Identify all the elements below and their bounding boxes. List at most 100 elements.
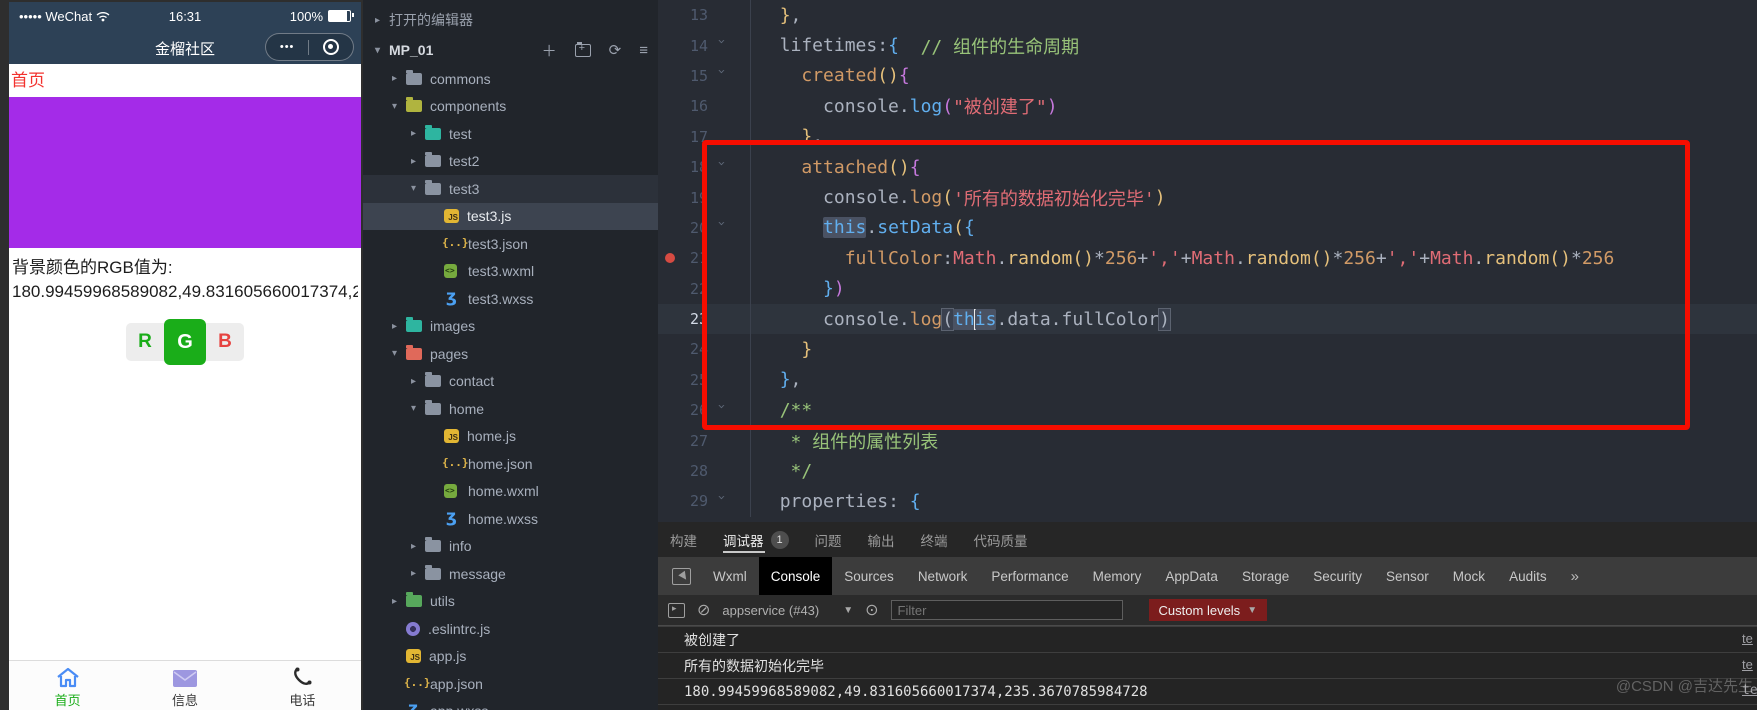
source-link[interactable]: te — [1742, 683, 1757, 698]
project-root-row[interactable]: MP_01 ＋ ⟳ ≡ — [363, 35, 658, 65]
gutter[interactable]: 28 — [658, 456, 750, 486]
devtools-tab-storage[interactable]: Storage — [1230, 557, 1301, 595]
devtools-tab-memory[interactable]: Memory — [1081, 557, 1154, 595]
code-line-18[interactable]: 18 › attached(){ — [658, 151, 1757, 183]
tabbar-item-phone[interactable]: 电话 — [244, 661, 361, 710]
tree-item-test3.wxml[interactable]: test3.wxml — [363, 258, 658, 286]
tree-item-test3.wxss[interactable]: test3.wxss — [363, 285, 658, 313]
gutter[interactable]: 20 › — [658, 213, 750, 243]
fold-chevron-icon[interactable]: › — [714, 38, 729, 54]
chevron-right-icon[interactable] — [392, 596, 406, 607]
gutter[interactable]: 14 › — [658, 30, 750, 60]
code-line-23[interactable]: 23 console. log(th is. data. fullColor) — [658, 303, 1757, 335]
fold-chevron-icon[interactable]: › — [714, 68, 729, 84]
refresh-icon[interactable]: ⟳ — [609, 41, 622, 59]
new-file-icon[interactable]: ＋ — [542, 40, 557, 61]
gutter[interactable]: 26 › — [658, 395, 750, 425]
source-link[interactable]: te — [1742, 657, 1757, 672]
chevron-down-icon[interactable] — [411, 183, 425, 194]
new-folder-icon[interactable] — [574, 41, 591, 57]
gutter[interactable]: 22 — [658, 274, 750, 304]
gutter[interactable]: 27 — [658, 425, 750, 455]
tree-item-test3.json[interactable]: test3.json — [363, 230, 658, 258]
chevron-right-icon[interactable] — [375, 15, 389, 26]
fold-chevron-icon[interactable]: › — [714, 493, 729, 509]
gutter[interactable]: 24 — [658, 334, 750, 364]
devtools-tab-sensor[interactable]: Sensor — [1374, 557, 1441, 595]
chevron-right-icon[interactable] — [411, 541, 425, 552]
console-sidebar-toggle-icon[interactable] — [668, 602, 685, 618]
code-text[interactable]: }, — [750, 364, 1757, 396]
code-line-29[interactable]: 29 › properties: { — [658, 486, 1757, 517]
tree-item-info[interactable]: info — [363, 533, 658, 561]
code-text[interactable]: console. log(th is. data. fullColor) — [750, 303, 1757, 335]
tree-item-test3[interactable]: test3 — [363, 175, 658, 203]
gutter[interactable]: 29 › — [658, 486, 750, 516]
chevron-right-icon[interactable] — [411, 376, 425, 387]
tabbar-item-home[interactable]: 首页 — [9, 661, 126, 710]
code-line-28[interactable]: 28 */ — [658, 455, 1757, 487]
exit-miniprogram-icon[interactable] — [323, 39, 340, 55]
fold-chevron-icon[interactable]: › — [714, 220, 729, 236]
devtools-tab-appdata[interactable]: AppData — [1153, 557, 1230, 595]
devtools-tab-wxml[interactable]: Wxml — [701, 557, 759, 595]
capsule-menu[interactable]: ••• — [265, 33, 354, 61]
gutter[interactable]: 18 › — [658, 152, 750, 182]
chevron-down-icon[interactable] — [411, 403, 425, 414]
code-text[interactable]: fullColor: Math. random() * 256 + ',' + Math. ran… — [750, 243, 1757, 274]
panel-tab-调试器[interactable]: 调试器 1 — [723, 522, 789, 557]
tree-item-app.wxss[interactable]: app.wxss — [363, 698, 658, 710]
tree-item-components[interactable]: components — [363, 93, 658, 121]
code-text[interactable]: */ — [750, 455, 1757, 487]
execution-context-select[interactable]: appservice (#43) ▼ — [722, 603, 853, 618]
code-text[interactable]: this. setData({ — [750, 212, 1757, 244]
tree-item-home[interactable]: home — [363, 395, 658, 423]
tree-item-test2[interactable]: test2 — [363, 148, 658, 176]
open-editors-section[interactable]: 打开的编辑器 — [363, 5, 658, 35]
devtools-tab-mock[interactable]: Mock — [1441, 557, 1497, 595]
chevron-right-icon[interactable] — [392, 321, 406, 332]
tree-item-pages[interactable]: pages — [363, 340, 658, 368]
code-line-22[interactable]: 22 }) — [658, 273, 1757, 304]
code-line-16[interactable]: 16 console. log("被创建了") — [658, 91, 1757, 122]
code-line-17[interactable]: 17 }, — [658, 121, 1757, 152]
tree-item-images[interactable]: images — [363, 313, 658, 341]
tab-overflow-icon[interactable]: » — [1571, 568, 1579, 585]
source-link[interactable]: te — [1742, 631, 1757, 646]
eye-icon[interactable]: ⊙ — [865, 600, 878, 620]
panel-tab-终端[interactable]: 终端 — [921, 522, 948, 557]
code-text[interactable]: /** — [750, 395, 1757, 426]
chevron-right-icon[interactable] — [411, 156, 425, 167]
chevron-down-icon[interactable] — [375, 45, 389, 56]
code-text[interactable]: properties: { — [750, 486, 1757, 517]
devtools-tab-network[interactable]: Network — [906, 557, 980, 595]
clear-console-icon[interactable]: ⊘ — [697, 600, 710, 620]
tree-item-app.json[interactable]: app.json — [363, 670, 658, 698]
tree-item-message[interactable]: message — [363, 560, 658, 588]
code-text[interactable]: attached(){ — [750, 151, 1757, 183]
tree-item-test3.js[interactable]: test3.js — [363, 202, 658, 230]
code-text[interactable]: created(){ — [750, 60, 1757, 92]
devtools-tab-sources[interactable]: Sources — [832, 557, 906, 595]
chevron-down-icon[interactable] — [392, 348, 406, 359]
code-line-20[interactable]: 20 › this. setData({ — [658, 212, 1757, 244]
code-line-19[interactable]: 19 console. log('所有的数据初始化完毕') — [658, 182, 1757, 213]
code-text[interactable]: }, — [750, 121, 1757, 152]
code-text[interactable]: console. log('所有的数据初始化完毕') — [750, 182, 1757, 213]
tree-item-contact[interactable]: contact — [363, 368, 658, 396]
devtools-tab-console[interactable]: Console — [758, 557, 833, 595]
inspect-element-icon[interactable] — [672, 567, 691, 585]
code-line-27[interactable]: 27 * 组件的属性列表 — [658, 425, 1757, 456]
fold-chevron-icon[interactable]: › — [714, 402, 729, 418]
gutter[interactable]: 15 › — [658, 61, 750, 91]
gutter[interactable]: 16 — [658, 91, 750, 121]
tree-item-home.wxml[interactable]: home.wxml — [363, 478, 658, 506]
gutter[interactable]: 25 — [658, 365, 750, 395]
gutter[interactable]: 19 — [658, 182, 750, 212]
tree-item-home.json[interactable]: home.json — [363, 450, 658, 478]
tabbar-item-message[interactable]: 信息 — [126, 661, 243, 710]
tree-item-home.js[interactable]: home.js — [363, 423, 658, 451]
b-button[interactable]: B — [206, 323, 244, 361]
code-text[interactable]: * 组件的属性列表 — [750, 425, 1757, 456]
r-button[interactable]: R — [126, 323, 164, 361]
